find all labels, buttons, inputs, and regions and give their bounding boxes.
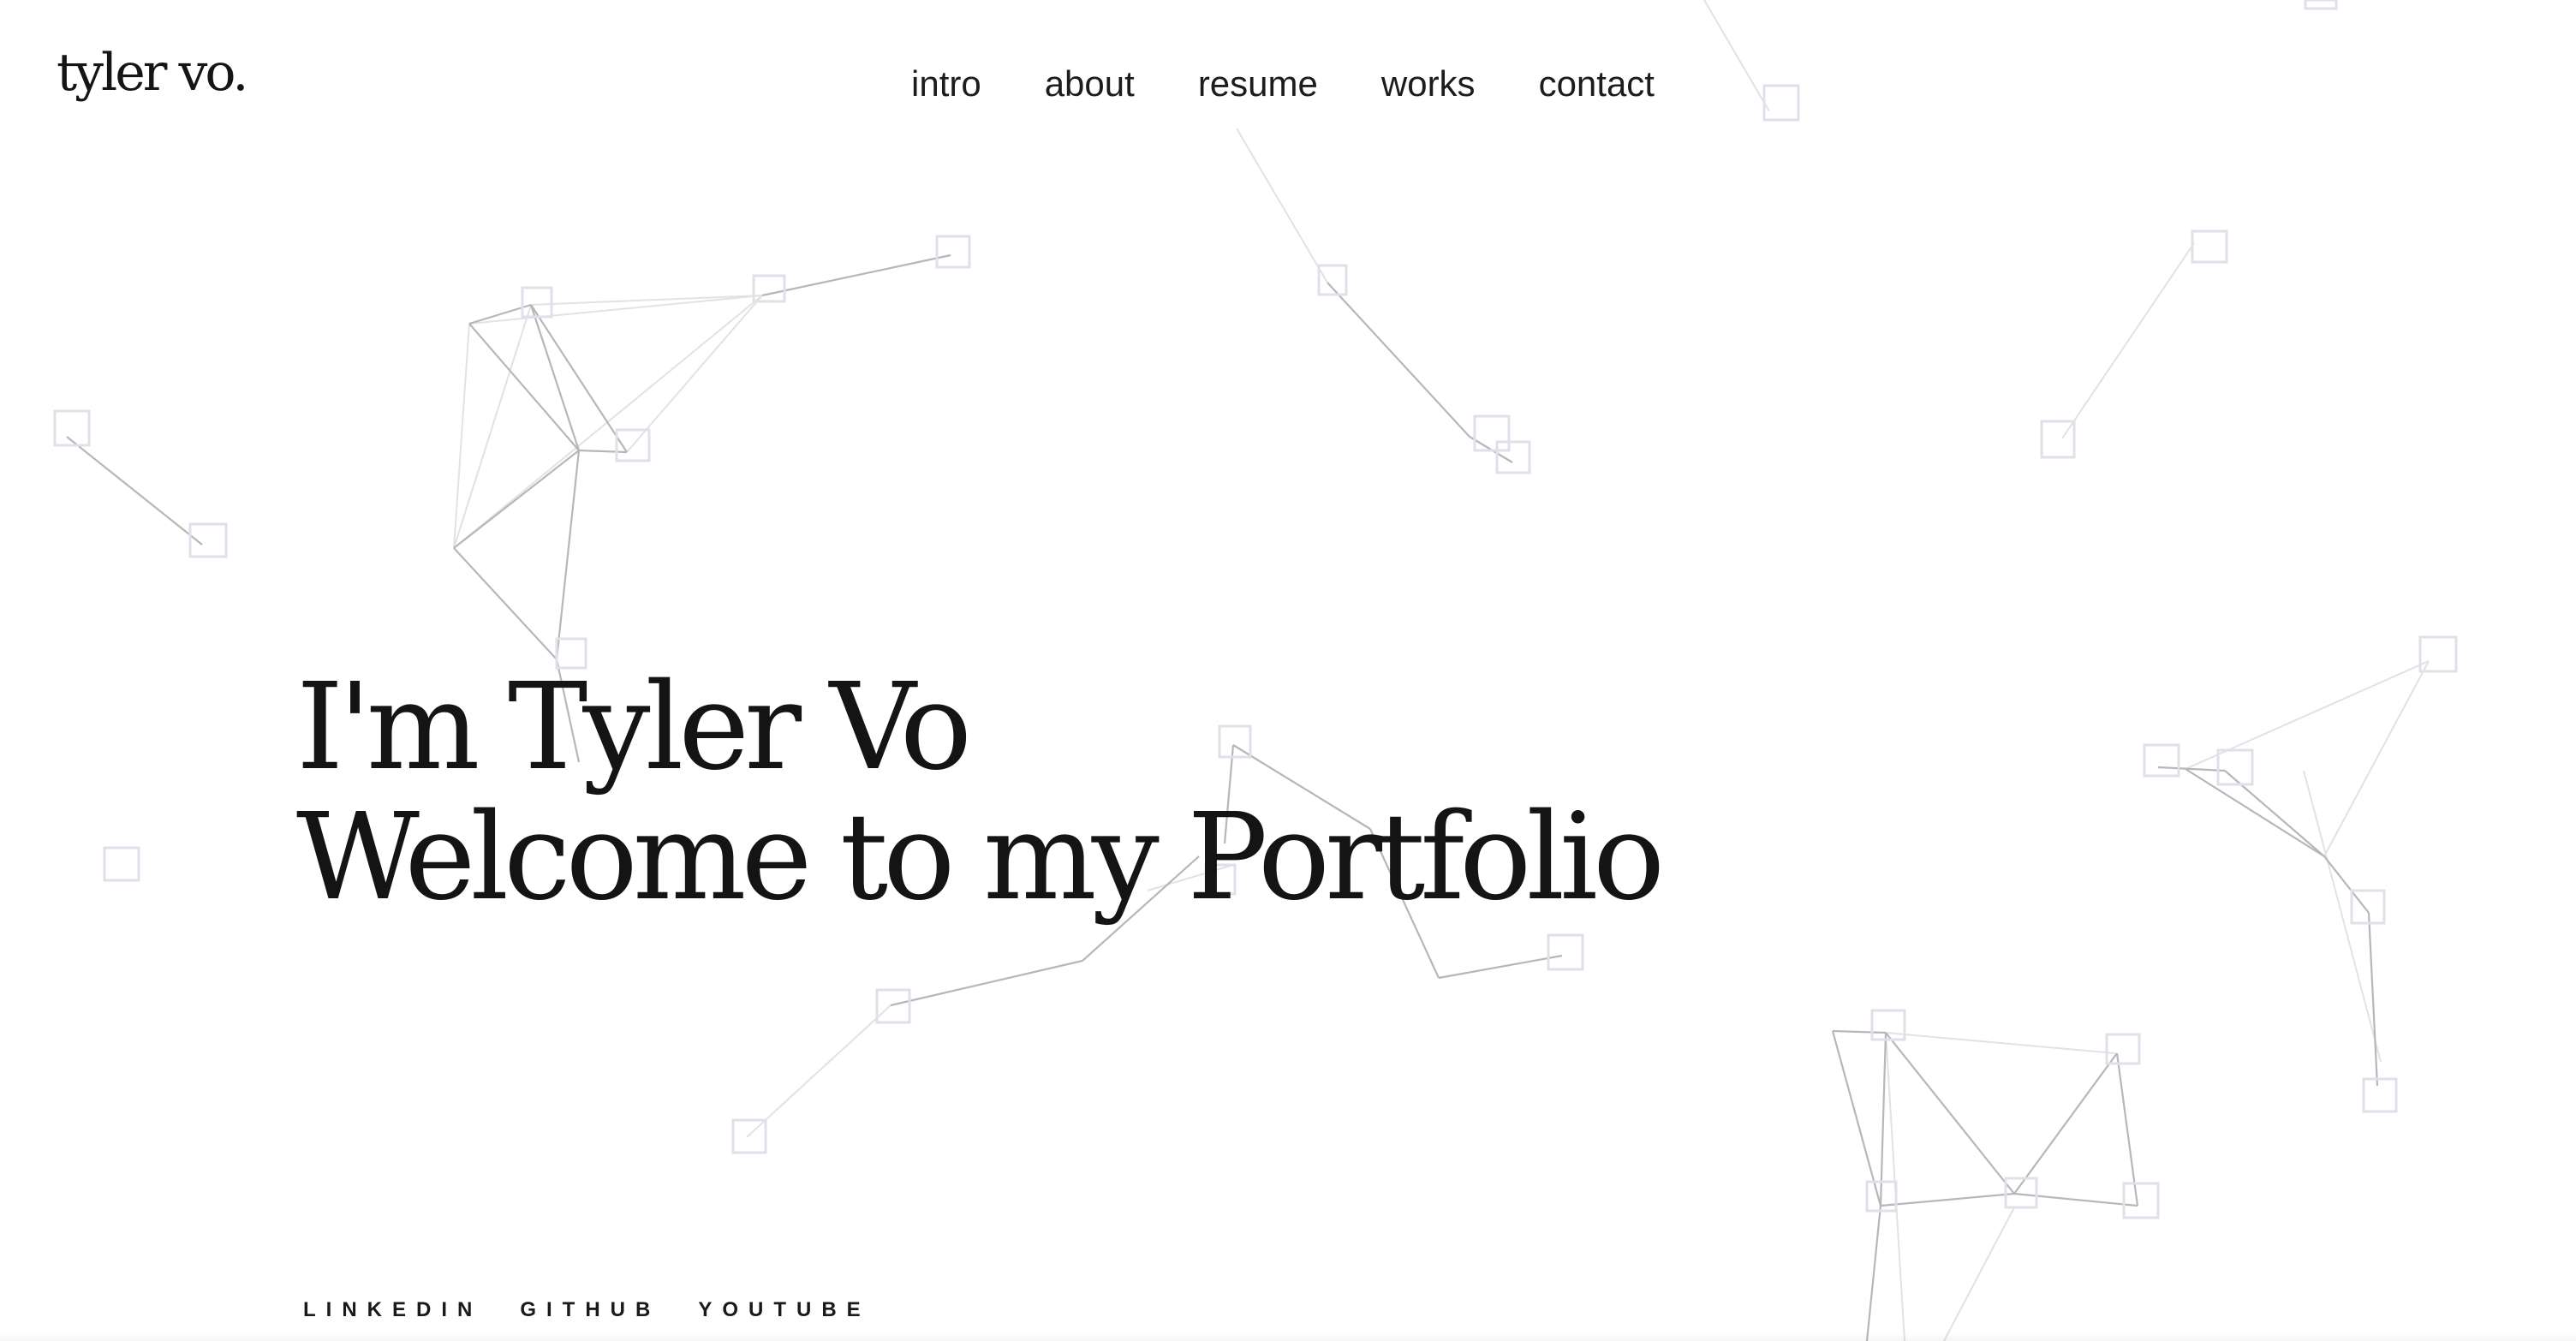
nav-item-contact[interactable]: contact (1539, 63, 1655, 104)
github-link[interactable]: GITHUB (520, 1298, 660, 1322)
network-nodes (53, 0, 2458, 1219)
linkedin-link[interactable]: LINKEDIN (303, 1298, 482, 1322)
hero-line-welcome: Welcome to my Portfolio (296, 788, 1665, 927)
nav-item-works[interactable]: works (1381, 63, 1476, 104)
hero-heading: I'm Tyler Vo Welcome to my Portfolio (296, 658, 1665, 927)
nav-item-intro[interactable]: intro (911, 63, 981, 104)
social-links: LINKEDIN GITHUB YOUTUBE (303, 1298, 871, 1322)
nav-item-about[interactable]: about (1045, 63, 1135, 104)
hero-line-intro: I'm Tyler Vo (296, 658, 972, 797)
nav-item-resume[interactable]: resume (1198, 63, 1318, 104)
site-logo[interactable]: tyler vo. (57, 43, 248, 103)
youtube-link[interactable]: YOUTUBE (698, 1298, 870, 1322)
main-nav: intro about resume works contact (911, 63, 1655, 104)
bottom-edge-shadow (0, 1332, 2576, 1341)
